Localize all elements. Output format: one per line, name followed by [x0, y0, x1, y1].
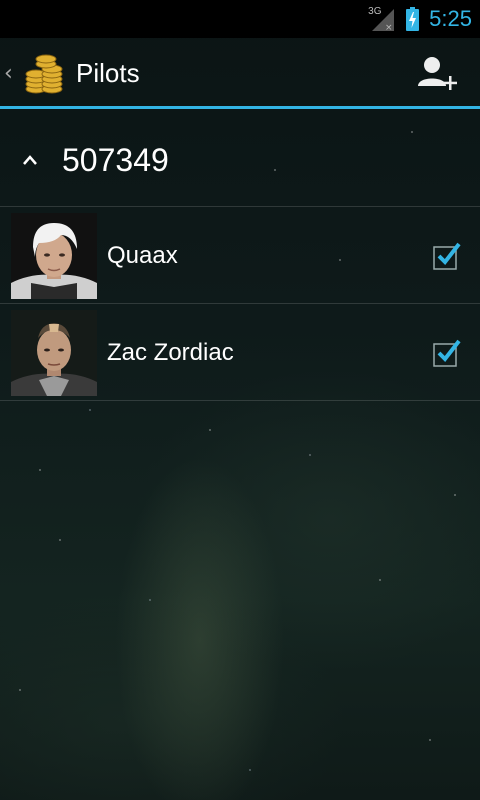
pilot-row[interactable]: Zac Zordiac [0, 305, 480, 401]
account-id: 507349 [62, 141, 169, 178]
pilot-checkbox-checked-icon[interactable] [432, 241, 462, 271]
action-bar-divider [0, 106, 480, 109]
account-group-header[interactable]: 507349 [0, 125, 480, 195]
pilot-checkbox-checked-icon[interactable] [432, 338, 462, 368]
pilot-portrait [11, 213, 97, 299]
divider [0, 400, 480, 401]
status-bar: 3G × 5:25 [0, 0, 480, 38]
action-bar: ‹ Pilots [0, 38, 480, 108]
signal-icon: 3G × [368, 6, 396, 32]
pilot-name: Zac Zordiac [107, 339, 234, 366]
clock: 5:25 [429, 6, 472, 31]
battery-charging-icon [406, 7, 420, 31]
divider [0, 303, 480, 304]
pilot-portrait [11, 310, 97, 396]
chevron-left-icon[interactable]: ‹ [4, 61, 20, 86]
pilot-name: Quaax [107, 242, 178, 269]
chevron-up-icon[interactable] [20, 140, 60, 180]
isk-coin-stack-icon[interactable] [22, 51, 66, 95]
divider [0, 206, 480, 207]
pilot-row[interactable]: Quaax [0, 208, 480, 304]
add-user-icon[interactable] [416, 54, 460, 94]
page-title: Pilots [76, 57, 140, 88]
svg-text:×: × [385, 23, 393, 31]
